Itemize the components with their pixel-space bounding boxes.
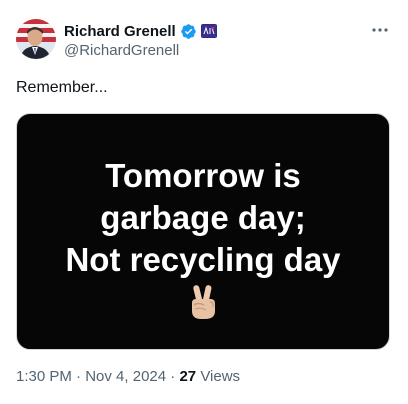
author-display-name[interactable]: Richard Grenell (64, 23, 176, 40)
avatar[interactable] (16, 19, 56, 59)
media-line-2: garbage day; (100, 199, 306, 236)
victory-hand-icon (192, 285, 215, 319)
meta-separator: · (76, 368, 82, 385)
author-name-row: Richard Grenell (64, 21, 217, 41)
tweet-metadata: 1:30 PM · Nov 4, 2024 · 27 Views (16, 368, 240, 385)
meta-separator: · (170, 368, 176, 385)
more-dots-icon (372, 28, 388, 32)
media-text-block: Tomorrow is garbage day; Not recycling d… (65, 155, 340, 281)
views-label: Views (200, 368, 241, 385)
avatar-image (16, 19, 56, 59)
tweet-text: Remember... (16, 79, 108, 96)
author-handle[interactable]: @RichardGrenell (64, 42, 179, 59)
tweet-media-image[interactable]: Tomorrow is garbage day; Not recycling d… (16, 113, 390, 350)
tweet-time[interactable]: 1:30 PM (16, 368, 72, 385)
media-line-1: Tomorrow is (105, 157, 301, 194)
tweet-date[interactable]: Nov 4, 2024 (85, 368, 166, 385)
more-options-button[interactable] (368, 20, 392, 40)
media-line-3: Not recycling day (65, 241, 341, 278)
verified-badge-icon[interactable] (180, 23, 197, 40)
tweet-card: Richard Grenell @RichardGrenell Remember… (0, 0, 408, 404)
affiliate-badge-icon[interactable] (200, 24, 217, 38)
views-count: 27 (179, 368, 197, 385)
